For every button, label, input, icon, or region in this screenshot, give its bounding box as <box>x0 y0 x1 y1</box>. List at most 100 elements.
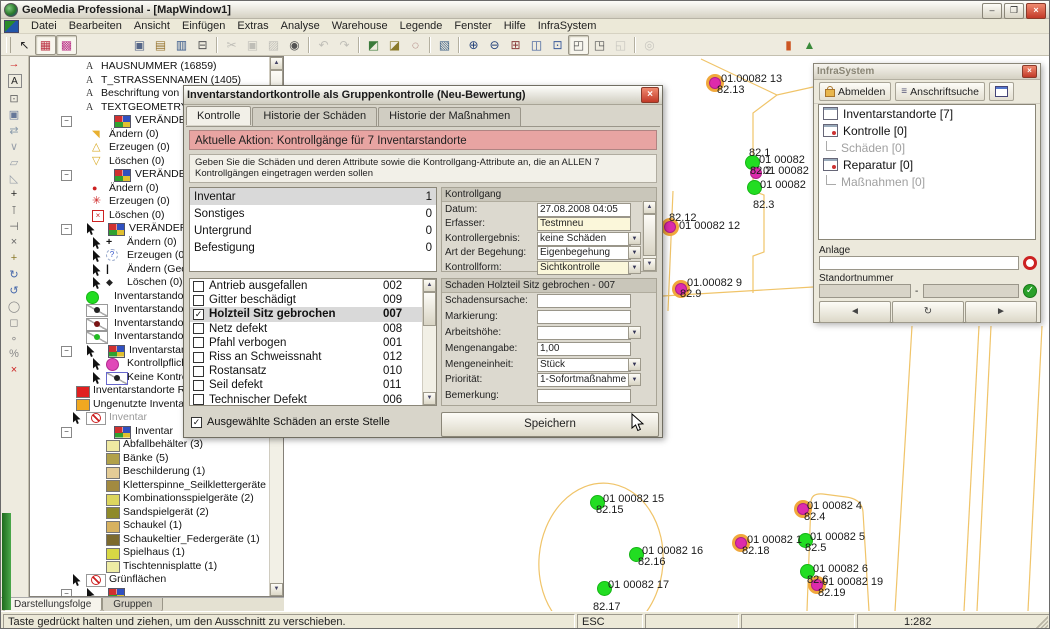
damage-checkbox[interactable] <box>193 394 204 405</box>
damage-row[interactable]: Seil defekt011 <box>190 378 422 392</box>
dropdown-arrow-icon[interactable]: ▼ <box>628 373 641 386</box>
fit-all-icon[interactable]: ⊞ <box>505 35 526 55</box>
split-icon[interactable]: × <box>1 234 27 250</box>
dialog-title-bar[interactable]: Inventarstandortkontrolle als Gruppenkon… <box>184 86 662 105</box>
dropdown-arrow-icon[interactable]: ▼ <box>628 326 641 339</box>
dialog-tab-kontrolle[interactable]: Kontrolle <box>186 106 251 125</box>
callout-icon[interactable]: ▣ <box>1 106 27 122</box>
snap-square-icon[interactable]: ◻ <box>1 314 27 330</box>
damage-checkbox[interactable] <box>193 323 204 334</box>
address-search-button[interactable]: ≡ Anschriftsuche <box>895 82 985 101</box>
toolbar-handle[interactable] <box>6 37 11 53</box>
category-row[interactable]: Inventar1 <box>190 188 436 205</box>
insert-feature-icon[interactable]: ◩ <box>363 35 384 55</box>
open-warehouse-icon[interactable]: ▤ <box>150 35 171 55</box>
schaden-field-input[interactable] <box>537 310 631 324</box>
kontrollgang-field-input[interactable]: Eigenbegehung <box>537 246 631 260</box>
kontrollgang-field-input[interactable]: Sichtkontrolle <box>537 261 631 275</box>
schaden-field-input[interactable]: 1-Sofortmaßnahme <box>537 373 631 387</box>
legend-edit-icon[interactable]: ▦ <box>35 35 56 55</box>
infrasystem-close-icon[interactable]: × <box>1022 65 1037 78</box>
checkbox-icon[interactable]: ✓ <box>191 417 202 428</box>
pan-window-icon[interactable]: ◫ <box>526 35 547 55</box>
damage-row[interactable]: Technischer Defekt006 <box>190 393 422 407</box>
first-position-checkbox[interactable]: ✓ Ausgewählte Schäden an erste Stelle <box>191 416 390 428</box>
text-icon[interactable]: A <box>8 74 22 88</box>
resize-grip[interactable] <box>1035 616 1048 629</box>
expander-icon[interactable]: − <box>61 427 72 438</box>
damage-row[interactable]: Riss an Schweissnaht012 <box>190 350 422 364</box>
dropdown-arrow-icon[interactable]: ▼ <box>628 232 641 245</box>
dialog-close-icon[interactable]: × <box>641 87 659 103</box>
damage-row[interactable]: Netz defekt008 <box>190 322 422 336</box>
legend-item[interactable]: Spielhaus (1) <box>30 546 283 560</box>
tab-darstellungsfolge[interactable]: Darstellungsfolge <box>3 598 102 612</box>
move-icon[interactable]: + <box>1 250 27 266</box>
legend-item[interactable]: Beschilderung (1) <box>30 465 283 479</box>
damage-checkbox[interactable] <box>193 366 204 377</box>
logout-button[interactable]: Abmelden <box>819 82 891 101</box>
kontrollgang-field-input[interactable]: keine Schäden <box>537 232 631 246</box>
update-feature-icon[interactable]: ◪ <box>384 35 405 55</box>
damage-checkbox[interactable] <box>193 337 204 348</box>
legend-item[interactable]: Abfallbehälter (3) <box>30 438 283 452</box>
kontrollgang-field-input[interactable]: Testmneu <box>537 217 631 231</box>
damage-row[interactable]: Rostansatz010 <box>190 364 422 378</box>
save-button[interactable]: Speichern <box>441 412 659 437</box>
dropdown-arrow-icon[interactable]: ▼ <box>628 246 641 259</box>
standort-input-1[interactable] <box>819 284 911 298</box>
window-toggle-button[interactable] <box>989 82 1014 101</box>
infrasystem-title-bar[interactable]: InfraSystem × <box>814 64 1040 80</box>
category-row[interactable]: Untergrund0 <box>190 222 436 239</box>
menu-legende[interactable]: Legende <box>394 20 449 32</box>
extend-icon[interactable]: ⊺ <box>1 202 27 218</box>
schaden-field-input[interactable] <box>537 326 631 340</box>
menu-datei[interactable]: Datei <box>25 20 63 32</box>
anlage-stop-icon[interactable] <box>1023 256 1037 270</box>
legend-item[interactable]: Grünflächen <box>30 573 283 587</box>
category-row[interactable]: Befestigung0 <box>190 239 436 256</box>
damage-checkbox[interactable] <box>193 295 204 306</box>
schaden-field-input[interactable] <box>537 294 631 308</box>
infrasystem-tree-item[interactable]: Schäden [0] <box>819 139 1035 156</box>
dropdown-arrow-icon[interactable]: ▼ <box>628 261 641 274</box>
legend-item[interactable]: Schaukeltier_Federgeräte (1) <box>30 533 283 547</box>
infrasystem-tree-item[interactable]: Inventarstandorte [7] <box>819 105 1035 122</box>
kontrollgang-scrollbar[interactable]: ▲ ▼ <box>642 201 656 271</box>
expander-icon[interactable]: − <box>61 589 72 598</box>
trim-icon[interactable]: ⊣ <box>1 218 27 234</box>
select-area-icon[interactable]: ◳ <box>589 35 610 55</box>
snap-percent-icon[interactable]: % <box>1 346 27 362</box>
overview-window-icon[interactable]: ⊡ <box>547 35 568 55</box>
rotate-copy-icon[interactable]: ↺ <box>1 282 27 298</box>
mdi-child-icon[interactable] <box>4 20 19 33</box>
legend-item[interactable]: Sandspielgerät (2) <box>30 506 283 520</box>
anlage-input[interactable] <box>819 256 1019 270</box>
menu-extras[interactable]: Extras <box>231 20 274 32</box>
infrasystem-tree-item[interactable]: Reparatur [0] <box>819 156 1035 173</box>
expander-icon[interactable]: − <box>61 116 72 127</box>
menu-fenster[interactable]: Fenster <box>448 20 497 32</box>
legend-item[interactable]: − <box>30 587 283 598</box>
copy-image-icon[interactable]: ◉ <box>284 35 305 55</box>
delete-icon[interactable]: × <box>1 362 27 378</box>
menu-ansicht[interactable]: Ansicht <box>128 20 176 32</box>
dialog-tab-historie-der-ma-nahmen[interactable]: Historie der Maßnahmen <box>378 107 521 126</box>
refresh-button[interactable]: ↻ <box>892 301 964 323</box>
menu-einfügen[interactable]: Einfügen <box>176 20 231 32</box>
legend-item[interactable]: Schaukel (1) <box>30 519 283 533</box>
save-icon[interactable]: ▥ <box>171 35 192 55</box>
damage-checkbox[interactable]: ✓ <box>193 309 204 320</box>
minimize-button[interactable]: – <box>982 3 1002 19</box>
menu-bearbeiten[interactable]: Bearbeiten <box>63 20 128 32</box>
damage-row[interactable]: Pfahl verbogen001 <box>190 336 422 350</box>
menu-analyse[interactable]: Analyse <box>275 20 326 32</box>
dropdown-arrow-icon[interactable]: ▼ <box>628 358 641 371</box>
damage-checkbox[interactable] <box>193 380 204 391</box>
menu-infrasystem[interactable]: InfraSystem <box>532 20 603 32</box>
polygon-icon[interactable]: ▱ <box>1 154 27 170</box>
zoom-out-icon[interactable]: ⊖ <box>484 35 505 55</box>
image-window-icon[interactable]: ▧ <box>434 35 455 55</box>
flip-icon[interactable]: ⇄ <box>1 122 27 138</box>
damage-row[interactable]: Antrieb ausgefallen002 <box>190 279 422 293</box>
